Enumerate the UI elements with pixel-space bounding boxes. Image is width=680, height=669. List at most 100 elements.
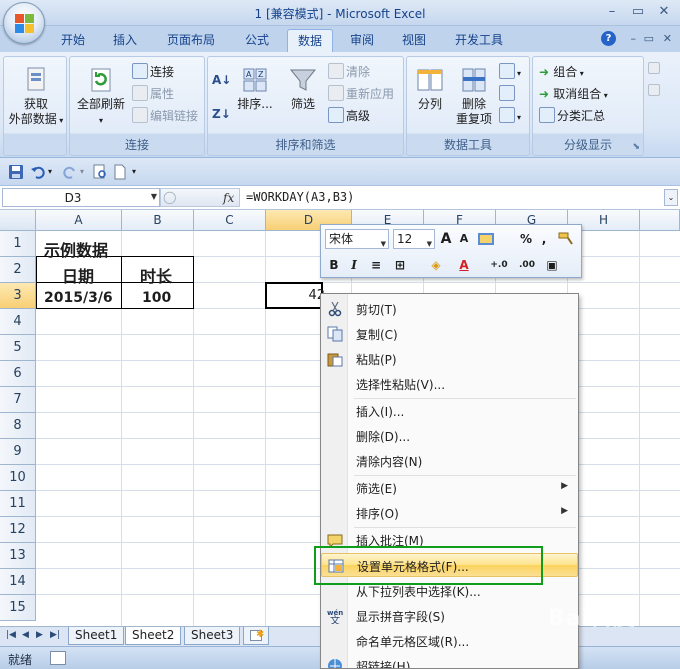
last-sheet-icon[interactable]: ▶|	[50, 630, 60, 640]
menu-item-paste[interactable]: 粘贴(P)	[321, 347, 578, 371]
name-box[interactable]: D3 ▼	[2, 188, 160, 207]
menu-item-delete[interactable]: 删除(D)...	[321, 424, 578, 448]
menu-item-paste-special[interactable]: 选择性粘贴(V)...	[321, 372, 578, 396]
menu-item-copy[interactable]: 复制(C)	[321, 322, 578, 346]
customize-qat-icon[interactable]: ▾	[132, 167, 148, 183]
row-header-8[interactable]: 8	[0, 413, 36, 439]
expand-formula-icon[interactable]: ⌄	[664, 189, 678, 206]
menu-item-name-range[interactable]: 命名单元格区域(R)...	[321, 629, 578, 653]
row-header-11[interactable]: 11	[0, 491, 36, 517]
font-color-button[interactable]: A	[455, 255, 473, 275]
italic-button[interactable]: I	[345, 255, 363, 275]
borders-icon[interactable]: ⊞	[391, 255, 409, 275]
row-header-12[interactable]: 12	[0, 517, 36, 543]
insert-sheet-icon[interactable]: ✱	[243, 627, 269, 645]
name-box-dropdown-icon[interactable]: ▼	[151, 192, 157, 201]
redo-icon[interactable]	[62, 164, 78, 180]
column-header-b[interactable]: B	[122, 210, 194, 231]
increase-decimal-button[interactable]: +.0	[487, 255, 511, 275]
ungroup-button[interactable]: ➜ 取消组合 ▾	[539, 85, 608, 103]
bold-button[interactable]: B	[325, 255, 343, 275]
show-detail-icon[interactable]	[648, 58, 662, 76]
sheet-tab-sheet2[interactable]: Sheet2	[125, 627, 182, 645]
tab-data[interactable]: 数据	[287, 29, 333, 53]
row-header-6[interactable]: 6	[0, 361, 36, 387]
accounting-format-icon[interactable]	[477, 231, 495, 247]
column-header-c[interactable]: C	[194, 210, 266, 231]
menu-item-phonetic[interactable]: wén 文 显示拼音字段(S)	[321, 604, 578, 628]
ribbon-minimize-icon[interactable]: –	[631, 32, 637, 45]
decrease-decimal-button[interactable]: .00	[515, 255, 539, 275]
advanced-button[interactable]: 高级	[328, 107, 370, 125]
close-button[interactable]: ✕	[652, 3, 676, 21]
consolidate-icon[interactable]	[499, 85, 517, 103]
row-header-13[interactable]: 13	[0, 543, 36, 569]
group-button[interactable]: ➜ 组合 ▾	[539, 63, 584, 81]
row-header-1[interactable]: 1	[0, 231, 36, 257]
print-preview-icon[interactable]	[92, 164, 108, 180]
new-document-icon[interactable]	[112, 164, 128, 180]
subtotal-button[interactable]: 分类汇总	[539, 107, 605, 125]
row-header-5[interactable]: 5	[0, 335, 36, 361]
menu-item-insert[interactable]: 插入(I)...	[321, 399, 578, 423]
center-align-icon[interactable]: ≡	[367, 255, 385, 275]
minimize-button[interactable]: –	[600, 3, 624, 21]
menu-item-clear-contents[interactable]: 清除内容(N)	[321, 449, 578, 473]
cell-a3[interactable]: 2015/3/6	[44, 290, 113, 306]
mini-font-select[interactable]: 宋体 ▼	[325, 229, 389, 249]
help-icon[interactable]: ?	[601, 31, 616, 46]
ribbon-close-icon[interactable]: ✕	[663, 32, 672, 45]
menu-item-hyperlink[interactable]: 超链接(H)...	[321, 654, 578, 668]
select-all-corner[interactable]	[0, 210, 36, 231]
first-sheet-icon[interactable]: |◀	[6, 630, 16, 640]
sheet-tab-sheet3[interactable]: Sheet3	[184, 627, 241, 645]
selected-cell-d3[interactable]: 42	[265, 282, 325, 309]
row-header-14[interactable]: 14	[0, 569, 36, 595]
remove-duplicates-button[interactable]: 删除 重复项	[453, 65, 495, 127]
dialog-launcher-icon[interactable]: ⬊	[632, 142, 640, 152]
sort-za-button[interactable]: Z↓	[212, 105, 231, 123]
menu-item-filter[interactable]: 筛选(E) ▶	[321, 476, 578, 500]
clear-button[interactable]: 清除	[328, 63, 370, 81]
tab-developer[interactable]: 开发工具	[446, 31, 512, 52]
shrink-font-button[interactable]: A	[455, 229, 473, 249]
mini-size-select[interactable]: 12 ▼	[393, 229, 435, 249]
office-button[interactable]	[3, 2, 45, 44]
cell-b3[interactable]: 100	[142, 290, 171, 306]
tab-formulas[interactable]: 公式	[236, 31, 278, 52]
row-header-7[interactable]: 7	[0, 387, 36, 413]
refresh-all-button[interactable]: 全部刷新 ▾	[72, 65, 130, 128]
reapply-button[interactable]: 重新应用	[328, 85, 394, 103]
comma-style-button[interactable]: ,	[535, 229, 553, 249]
tab-page-layout[interactable]: 页面布局	[158, 31, 224, 52]
text-to-columns-button[interactable]: 分列	[409, 65, 451, 112]
sheet-tab-sheet1[interactable]: Sheet1	[68, 627, 125, 645]
sort-az-button[interactable]: A↓	[212, 71, 231, 89]
connections-button[interactable]: 连接	[132, 63, 174, 81]
format-painter-icon[interactable]	[557, 231, 575, 247]
filter-button[interactable]: 筛选	[282, 65, 324, 112]
insert-function-button[interactable]: fx	[223, 191, 234, 205]
grow-font-button[interactable]: A	[437, 229, 455, 249]
cell-a1[interactable]: 示例数据	[44, 237, 108, 261]
tab-view[interactable]: 视图	[393, 31, 435, 52]
edit-links-button[interactable]: 编辑链接	[132, 107, 198, 125]
fill-color-icon[interactable]: ◈	[427, 255, 445, 275]
undo-icon[interactable]	[30, 164, 46, 180]
menu-item-cut[interactable]: 剪切(T)	[321, 297, 578, 321]
save-icon[interactable]	[8, 164, 24, 180]
row-header-2[interactable]: 2	[0, 257, 36, 283]
row-header-9[interactable]: 9	[0, 439, 36, 465]
data-validation-icon[interactable]: ▾	[499, 63, 521, 81]
column-header-a[interactable]: A	[36, 210, 122, 231]
tab-home[interactable]: 开始	[52, 31, 94, 52]
macro-record-icon[interactable]	[50, 651, 66, 665]
what-if-icon[interactable]: ▾	[499, 107, 521, 125]
row-header-10[interactable]: 10	[0, 465, 36, 491]
menu-item-sort[interactable]: 排序(O) ▶	[321, 501, 578, 525]
cell-b2[interactable]: 时长	[140, 263, 172, 287]
ribbon-restore-icon[interactable]: ▭	[644, 32, 654, 45]
cell-a2[interactable]: 日期	[62, 263, 94, 287]
hide-detail-icon[interactable]	[648, 80, 662, 98]
tab-insert[interactable]: 插入	[104, 31, 146, 52]
